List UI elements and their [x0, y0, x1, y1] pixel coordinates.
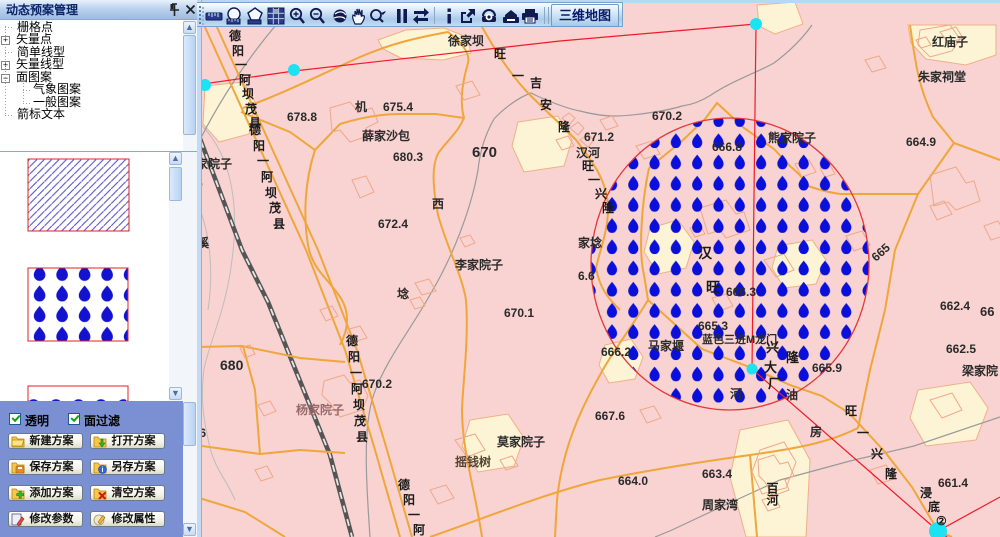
svg-text:兴: 兴: [766, 340, 779, 355]
svg-text:670.2: 670.2: [652, 109, 682, 123]
svg-text:672.4: 672.4: [378, 217, 408, 231]
svg-text:熊家院子: 熊家院子: [768, 130, 816, 145]
svg-text:隆: 隆: [786, 350, 800, 365]
svg-text:666.2: 666.2: [601, 345, 631, 359]
svg-text:670.1: 670.1: [504, 306, 534, 320]
svg-text:i: i: [102, 467, 104, 474]
svg-text:李家院子: 李家院子: [454, 257, 503, 272]
svg-text:666.8: 666.8: [712, 140, 742, 154]
svg-text:家埝: 家埝: [578, 235, 603, 250]
svg-text:梁家院: 梁家院: [961, 363, 998, 378]
svg-text:厂: 厂: [768, 376, 781, 391]
svg-text:河: 河: [729, 386, 742, 401]
svg-text:663.4: 663.4: [702, 467, 732, 481]
svg-text:摇钱树: 摇钱树: [455, 454, 491, 469]
svg-text:6.6: 6.6: [578, 269, 595, 283]
svg-text:671.2: 671.2: [584, 130, 614, 144]
svg-text:杨家院子: 杨家院子: [296, 402, 344, 417]
svg-text:664.9: 664.9: [906, 135, 936, 149]
svg-text:红庙子: 红庙子: [932, 34, 968, 49]
svg-text:机: 机: [355, 99, 367, 114]
svg-text:665.9: 665.9: [812, 361, 842, 375]
svg-text:664.0: 664.0: [618, 474, 648, 488]
svg-text:油: 油: [786, 387, 798, 402]
svg-text:旺: 旺: [706, 279, 720, 295]
svg-text:66: 66: [980, 304, 994, 319]
svg-text:周家湾: 周家湾: [702, 497, 738, 512]
svg-text:670: 670: [472, 144, 497, 161]
svg-text:667.6: 667.6: [595, 409, 625, 423]
svg-text:661.4: 661.4: [938, 476, 968, 490]
svg-text:朱家祠堂: 朱家祠堂: [918, 69, 966, 84]
svg-text:678.8: 678.8: [287, 110, 317, 124]
svg-text:西: 西: [432, 197, 444, 211]
svg-text:662.5: 662.5: [946, 342, 976, 356]
svg-text:汉: 汉: [698, 245, 713, 261]
svg-text:665.3: 665.3: [698, 319, 728, 333]
svg-text:670.2: 670.2: [362, 377, 392, 391]
svg-text:666.3: 666.3: [726, 285, 756, 299]
svg-text:662.4: 662.4: [940, 299, 970, 313]
svg-text:汉河: 汉河: [576, 145, 600, 160]
svg-text:房: 房: [810, 424, 822, 439]
svg-text:徐家坝: 徐家坝: [447, 33, 484, 48]
svg-text:莫家院子: 莫家院子: [497, 434, 545, 449]
svg-text:675.4: 675.4: [383, 100, 413, 114]
svg-text:大: 大: [764, 360, 777, 375]
svg-text:埝: 埝: [397, 286, 410, 301]
svg-text:680.3: 680.3: [393, 150, 423, 164]
svg-text:百河: 百河: [765, 482, 779, 507]
svg-text:马家堰: 马家堰: [648, 338, 684, 353]
svg-text:680: 680: [220, 357, 244, 373]
svg-text:薛家沙包: 薛家沙包: [362, 128, 410, 143]
